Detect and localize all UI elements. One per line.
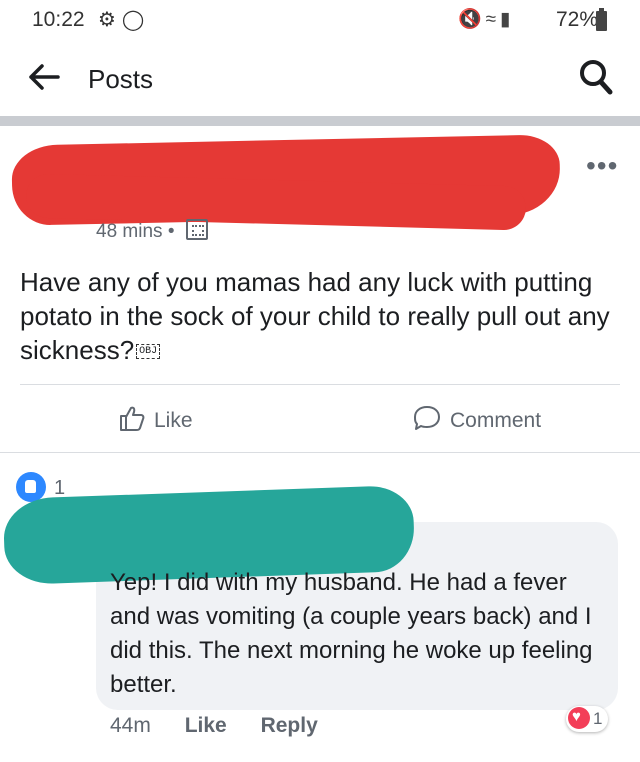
status-time: 10:22: [32, 8, 85, 31]
audience-icon: [185, 219, 208, 240]
battery-percentage: 72%: [556, 8, 599, 31]
like-reaction-icon: [16, 472, 46, 502]
post-meta: 48 mins •: [96, 219, 208, 243]
comment-time: 44m: [110, 714, 151, 737]
more-options-icon[interactable]: •••: [586, 150, 618, 182]
action-divider: [0, 452, 640, 453]
comment-text: Yep! I did with my husband. He had a fev…: [110, 569, 593, 698]
post-text: Have any of you mamas had any luck with …: [20, 267, 610, 365]
comment-meta: 44m Like Reply: [110, 714, 318, 738]
post-body: Have any of you mamas had any luck with …: [20, 265, 630, 367]
comment-label: Comment: [450, 409, 542, 432]
notification-icons: ⚙◯: [98, 9, 151, 31]
like-button[interactable]: Like: [118, 404, 193, 436]
meta-separator: •: [167, 221, 175, 242]
status-bar: 10:22 ⚙◯ 🔇≈▮ 72%: [0, 0, 640, 38]
comment-reaction-count: 1: [593, 709, 603, 728]
signal-icons: 🔇≈▮: [458, 9, 515, 30]
header-divider: [0, 116, 640, 126]
action-bar: Like Comment: [0, 392, 640, 448]
comment-reaction[interactable]: 1: [566, 706, 609, 732]
battery-icon: [596, 8, 607, 31]
page-title: Posts: [88, 64, 154, 94]
reaction-count: 1: [54, 477, 66, 499]
back-arrow-icon[interactable]: [26, 62, 62, 92]
post-divider: [20, 384, 620, 385]
love-reaction-icon: [568, 707, 590, 729]
app-header: Posts: [0, 40, 640, 116]
comment-reply-button[interactable]: Reply: [261, 714, 318, 737]
post-timestamp: 48 mins: [96, 221, 163, 242]
comment-button[interactable]: Comment: [412, 404, 541, 436]
comment-icon: [414, 406, 440, 430]
thumbs-up-icon: [120, 406, 145, 431]
like-label: Like: [154, 409, 193, 432]
obj-placeholder-icon: OBJ: [136, 344, 161, 359]
comment-like-button[interactable]: Like: [185, 714, 227, 737]
search-icon[interactable]: [578, 58, 614, 96]
